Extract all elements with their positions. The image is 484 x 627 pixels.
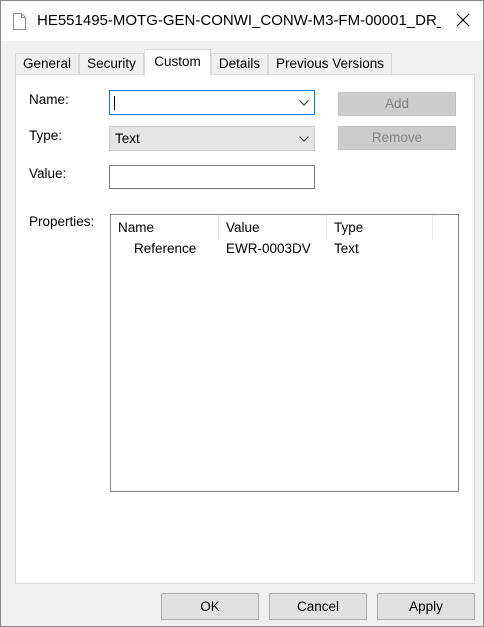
properties-dialog: HE551495-MOTG-GEN-CONWI_CONW-M3-FM-00001… (0, 0, 484, 627)
properties-label: Properties: (29, 214, 95, 229)
list-item[interactable]: Reference EWR-0003DV Text (111, 240, 458, 260)
chevron-down-icon[interactable] (298, 97, 310, 109)
title-bar: HE551495-MOTG-GEN-CONWI_CONW-M3-FM-00001… (1, 1, 483, 41)
tab-previous-versions[interactable]: Previous Versions (268, 53, 392, 75)
property-name: Reference (134, 241, 197, 256)
remove-button[interactable]: Remove (338, 126, 456, 150)
window-title: HE551495-MOTG-GEN-CONWI_CONW-M3-FM-00001… (37, 12, 441, 29)
type-label: Type: (29, 128, 63, 143)
close-icon (456, 13, 470, 30)
custom-tab-panel: Name: Add Type: Text Remove Value: Prope… (15, 74, 475, 584)
tab-details[interactable]: Details (211, 53, 268, 75)
column-header-value[interactable]: Value (219, 215, 327, 240)
property-value: EWR-0003DV (226, 241, 311, 256)
close-button[interactable] (443, 1, 483, 41)
cancel-button[interactable]: Cancel (269, 593, 367, 620)
type-combobox[interactable]: Text (109, 126, 315, 151)
ok-button[interactable]: OK (161, 593, 259, 620)
text-cursor (114, 96, 115, 110)
column-header-name[interactable]: Name (111, 215, 219, 240)
properties-list[interactable]: Name Value Type Reference EWR-0003DV Tex… (110, 214, 459, 492)
value-label: Value: (29, 166, 67, 181)
tab-custom[interactable]: Custom (144, 49, 211, 76)
tab-security[interactable]: Security (79, 53, 144, 75)
column-header-type[interactable]: Type (327, 215, 433, 240)
name-combobox[interactable] (109, 90, 315, 115)
type-value: Text (115, 131, 140, 146)
property-type: Text (334, 241, 359, 256)
apply-button[interactable]: Apply (377, 593, 475, 620)
list-header: Name Value Type (111, 215, 458, 240)
tab-general[interactable]: General (15, 53, 79, 75)
chevron-down-icon[interactable] (298, 133, 310, 145)
name-label: Name: (29, 92, 69, 107)
add-button[interactable]: Add (338, 92, 456, 116)
document-icon (13, 13, 26, 30)
value-input[interactable] (109, 165, 315, 189)
